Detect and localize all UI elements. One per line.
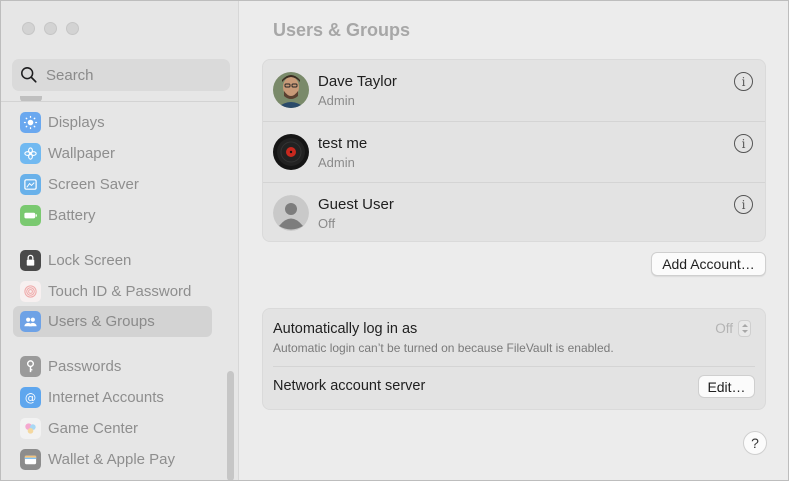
- user-row-test-me[interactable]: test me Admin i: [263, 121, 765, 182]
- minimize-window-button[interactable]: [44, 22, 57, 35]
- sidebar-item-label: Displays: [48, 114, 105, 131]
- user-role: Admin: [318, 93, 355, 108]
- sidebar-item-label: Users & Groups: [48, 313, 155, 330]
- wallpaper-icon: [20, 143, 41, 164]
- wallet-icon: [20, 449, 41, 470]
- help-button[interactable]: ?: [743, 431, 767, 455]
- info-icon[interactable]: i: [734, 195, 753, 214]
- sidebar-item-label: Touch ID & Password: [48, 283, 192, 300]
- battery-icon: [20, 205, 41, 226]
- network-server-label: Network account server: [273, 378, 426, 394]
- sidebar-item-game-center[interactable]: Game Center: [13, 413, 212, 444]
- user-role: Admin: [318, 155, 355, 170]
- guest-avatar: [273, 195, 309, 231]
- sidebar-item-touch-id[interactable]: Touch ID & Password: [13, 276, 212, 307]
- sidebar-item-screen-saver[interactable]: Screen Saver: [13, 169, 212, 200]
- sidebar-item-wallpaper[interactable]: Wallpaper: [13, 138, 212, 169]
- sidebar-item-battery[interactable]: Battery: [13, 200, 212, 231]
- info-icon[interactable]: i: [734, 134, 753, 153]
- sidebar-item-label: Battery: [48, 207, 96, 224]
- user-name: test me: [318, 135, 368, 152]
- user-row-dave-taylor[interactable]: Dave Taylor Admin i: [263, 60, 765, 121]
- add-account-button[interactable]: Add Account…: [651, 252, 766, 276]
- edit-button[interactable]: Edit…: [698, 375, 755, 398]
- main-content: Users & Groups Dave Taylor Admin i test …: [240, 1, 788, 480]
- sidebar-item-passwords[interactable]: Passwords: [13, 351, 212, 382]
- sidebar-item-users-groups[interactable]: Users & Groups: [13, 306, 212, 337]
- screen-saver-icon: [20, 174, 41, 195]
- auto-login-select[interactable]: Off: [715, 320, 751, 337]
- user-name: Guest User: [318, 196, 394, 213]
- users-icon: [20, 311, 41, 332]
- auto-login-value: Off: [715, 321, 733, 336]
- close-window-button[interactable]: [22, 22, 35, 35]
- fingerprint-icon: [20, 281, 41, 302]
- login-options: Automatically log in as Automatic login …: [262, 308, 766, 410]
- divider: [273, 366, 755, 367]
- page-title: Users & Groups: [273, 20, 411, 40]
- updown-chevron-icon: [738, 320, 751, 337]
- sidebar-item-label: Screen Saver: [48, 176, 139, 193]
- search-placeholder: Search: [46, 66, 94, 84]
- auto-login-note: Automatic login can’t be turned on becau…: [273, 341, 614, 355]
- search-input[interactable]: Search: [12, 59, 230, 91]
- record-avatar: [273, 134, 309, 170]
- svg-text:@: @: [25, 391, 36, 404]
- sidebar-item-label: Wallpaper: [48, 145, 115, 162]
- sidebar: Search Displays Wallpaper Screen Saver B…: [1, 1, 239, 480]
- photo-avatar: [273, 72, 309, 108]
- sidebar-scrollbar[interactable]: [227, 371, 234, 480]
- info-icon[interactable]: i: [734, 72, 753, 91]
- search-icon: [21, 67, 37, 83]
- window-controls: [22, 22, 79, 35]
- sidebar-item-label: Internet Accounts: [48, 389, 164, 406]
- sidebar-item-label: Wallet & Apple Pay: [48, 451, 176, 468]
- zoom-window-button[interactable]: [66, 22, 79, 35]
- user-row-guest-user[interactable]: Guest User Off i: [263, 182, 765, 243]
- users-list: Dave Taylor Admin i test me Admin i Gues…: [262, 59, 766, 242]
- sidebar-item-label: Game Center: [48, 420, 139, 437]
- lock-icon: [20, 250, 41, 271]
- sidebar-item-label: Passwords: [48, 358, 122, 375]
- settings-window: Search Displays Wallpaper Screen Saver B…: [0, 0, 789, 481]
- sidebar-divider: [1, 101, 239, 102]
- sidebar-item-label: Lock Screen: [48, 252, 132, 269]
- game-center-icon: [20, 418, 41, 439]
- sidebar-item-wallet[interactable]: Wallet & Apple Pay: [13, 444, 212, 475]
- sidebar-item-internet-accounts[interactable]: @ Internet Accounts: [13, 382, 212, 413]
- sidebar-item-lock-screen[interactable]: Lock Screen: [13, 245, 212, 276]
- user-name: Dave Taylor: [318, 73, 397, 90]
- sidebar-item-displays[interactable]: Displays: [13, 107, 212, 138]
- auto-login-label: Automatically log in as: [273, 321, 418, 337]
- key-icon: [20, 356, 41, 377]
- displays-icon: [20, 112, 41, 133]
- at-icon: @: [20, 387, 41, 408]
- user-role: Off: [318, 216, 336, 231]
